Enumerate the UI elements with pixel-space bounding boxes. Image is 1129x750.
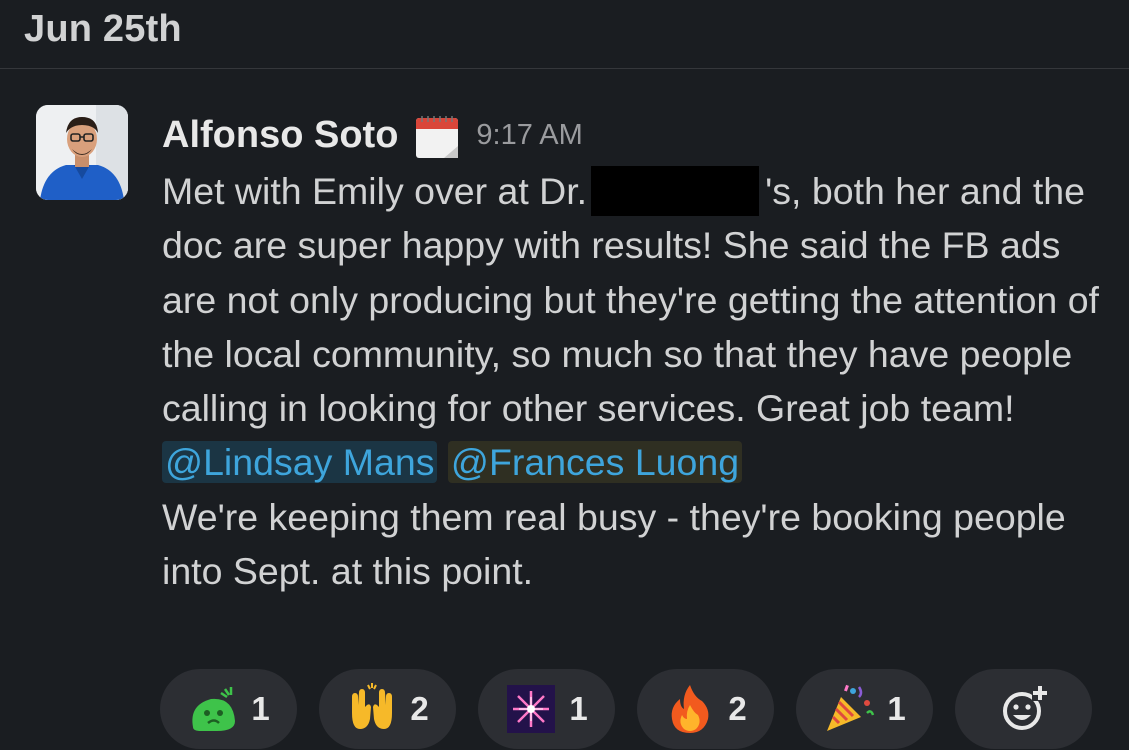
avatar[interactable] <box>36 105 128 200</box>
message-text-part-1: Met with Emily over at Dr. <box>162 170 588 212</box>
message-timestamp[interactable]: 9:17 AM <box>476 119 582 152</box>
reaction-party-popper[interactable]: 1 <box>796 669 933 749</box>
redacted-name-block <box>591 166 760 216</box>
mention-frances-luong[interactable]: @Frances Luong <box>447 441 743 484</box>
reaction-count: 2 <box>728 690 747 727</box>
date-header: Jun 25th <box>24 8 182 50</box>
calendar-icon <box>414 114 462 160</box>
reaction-fire[interactable]: 2 <box>637 669 774 749</box>
green-blob-emoji-icon <box>187 683 239 735</box>
mention-lindsay-mans[interactable]: @Lindsay Mans <box>162 441 438 484</box>
reaction-fireworks[interactable]: 1 <box>478 669 615 749</box>
message-header: Alfonso Soto 9:17 AM <box>162 108 583 162</box>
fireworks-emoji-icon <box>505 683 557 735</box>
fire-emoji-icon <box>664 683 716 735</box>
reaction-count: 1 <box>251 690 270 727</box>
message-text-part-3: We're keeping them real busy - they're b… <box>162 495 1066 593</box>
date-divider <box>0 68 1129 69</box>
author-name[interactable]: Alfonso Soto <box>162 114 398 157</box>
raised-hands-emoji-icon <box>346 683 398 735</box>
reactions-bar: 1 2 1 2 1 <box>160 668 1092 750</box>
reaction-count: 2 <box>410 690 429 727</box>
add-reaction-icon <box>998 681 1050 738</box>
add-reaction-button[interactable] <box>955 669 1092 749</box>
reaction-raised-hands[interactable]: 2 <box>319 669 456 749</box>
message-body: Met with Emily over at Dr.'s, both her a… <box>162 164 1102 598</box>
reaction-green-blob[interactable]: 1 <box>160 669 297 749</box>
reaction-count: 1 <box>887 690 906 727</box>
reaction-count: 1 <box>569 690 588 727</box>
party-popper-emoji-icon <box>823 683 875 735</box>
